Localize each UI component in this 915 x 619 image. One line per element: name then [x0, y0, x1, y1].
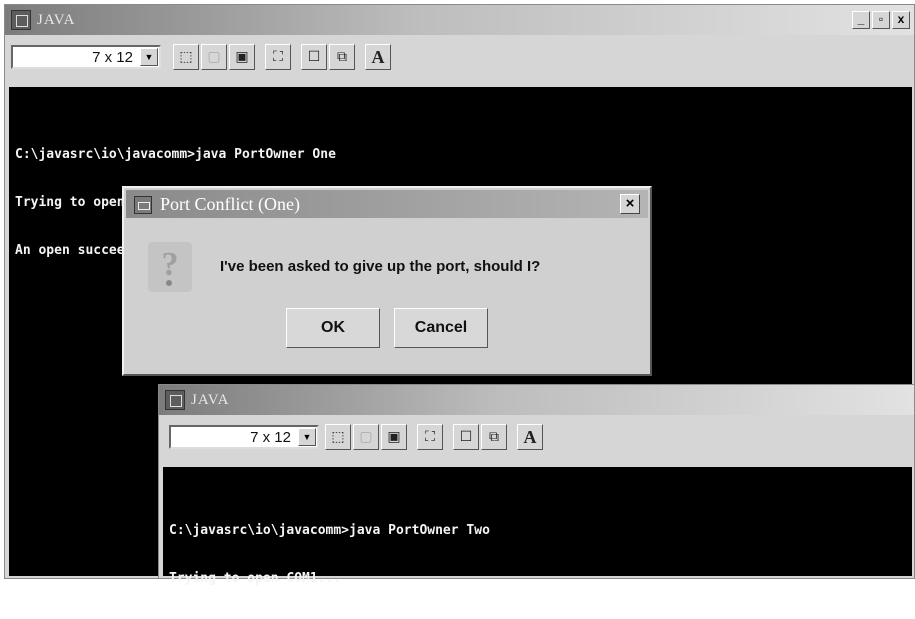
font-size-select[interactable]: 7 x 12 ▼ — [169, 425, 319, 449]
chevron-down-icon[interactable]: ▼ — [140, 48, 158, 66]
console-line: C:\javasrc\io\javacomm>java PortOwner Tw… — [169, 523, 490, 538]
window-title: JAVA — [37, 12, 76, 28]
background-icon[interactable]: ⧉ — [481, 424, 507, 450]
window-one-toolbar: 7 x 12 ▼ ⬚ ▢ ▣ ⛶ ☐ ⧉ A — [5, 35, 914, 83]
console-app-icon[interactable] — [165, 390, 185, 410]
properties-icon[interactable]: ☐ — [301, 44, 327, 70]
fullscreen-icon[interactable]: ⛶ — [417, 424, 443, 450]
window-two-toolbar: 7 x 12 ▼ ⬚ ▢ ▣ ⛶ ☐ ⧉ A — [159, 415, 914, 463]
font-size-select[interactable]: 7 x 12 ▼ — [11, 45, 161, 69]
dialog-title: Port Conflict (One) — [160, 194, 300, 214]
background-icon[interactable]: ⧉ — [329, 44, 355, 70]
window-one-titlebar[interactable]: JAVA _ ▫ x — [5, 5, 914, 35]
dialog-message: I've been asked to give up the port, sho… — [220, 258, 541, 275]
window-title: JAVA — [191, 392, 230, 408]
console-output-two[interactable]: C:\javasrc\io\javacomm>java PortOwner Tw… — [163, 467, 912, 586]
mark-icon[interactable]: ⬚ — [325, 424, 351, 450]
port-conflict-dialog: Port Conflict (One) × ? I've been asked … — [122, 186, 652, 376]
font-size-value: 7 x 12 — [250, 429, 291, 446]
question-icon: ? — [148, 242, 192, 292]
font-icon[interactable]: A — [517, 424, 543, 450]
properties-icon[interactable]: ☐ — [453, 424, 479, 450]
copy-icon[interactable]: ▢ — [201, 44, 227, 70]
font-icon[interactable]: A — [365, 44, 391, 70]
java-window-icon — [134, 196, 152, 214]
mark-icon[interactable]: ⬚ — [173, 44, 199, 70]
console-app-icon[interactable] — [11, 10, 31, 30]
ok-button[interactable]: OK — [286, 308, 380, 348]
restore-button[interactable]: ▫ — [872, 11, 890, 29]
console-line: C:\javasrc\io\javacomm>java PortOwner On… — [15, 147, 336, 162]
fullscreen-icon[interactable]: ⛶ — [265, 44, 291, 70]
chevron-down-icon[interactable]: ▼ — [298, 428, 316, 446]
font-size-value: 7 x 12 — [92, 49, 133, 66]
window-two-titlebar[interactable]: JAVA — [159, 385, 914, 415]
paste-icon[interactable]: ▣ — [381, 424, 407, 450]
close-button[interactable]: x — [892, 11, 910, 29]
copy-icon[interactable]: ▢ — [353, 424, 379, 450]
cancel-button[interactable]: Cancel — [394, 308, 488, 348]
dialog-close-button[interactable]: × — [620, 194, 640, 214]
window-two: JAVA 7 x 12 ▼ ⬚ ▢ ▣ ⛶ ☐ ⧉ A C:\javasrc\i… — [158, 384, 915, 586]
console-line: Trying to open COM1... — [169, 571, 342, 586]
minimize-button[interactable]: _ — [852, 11, 870, 29]
paste-icon[interactable]: ▣ — [229, 44, 255, 70]
dialog-titlebar[interactable]: Port Conflict (One) × — [126, 190, 648, 218]
